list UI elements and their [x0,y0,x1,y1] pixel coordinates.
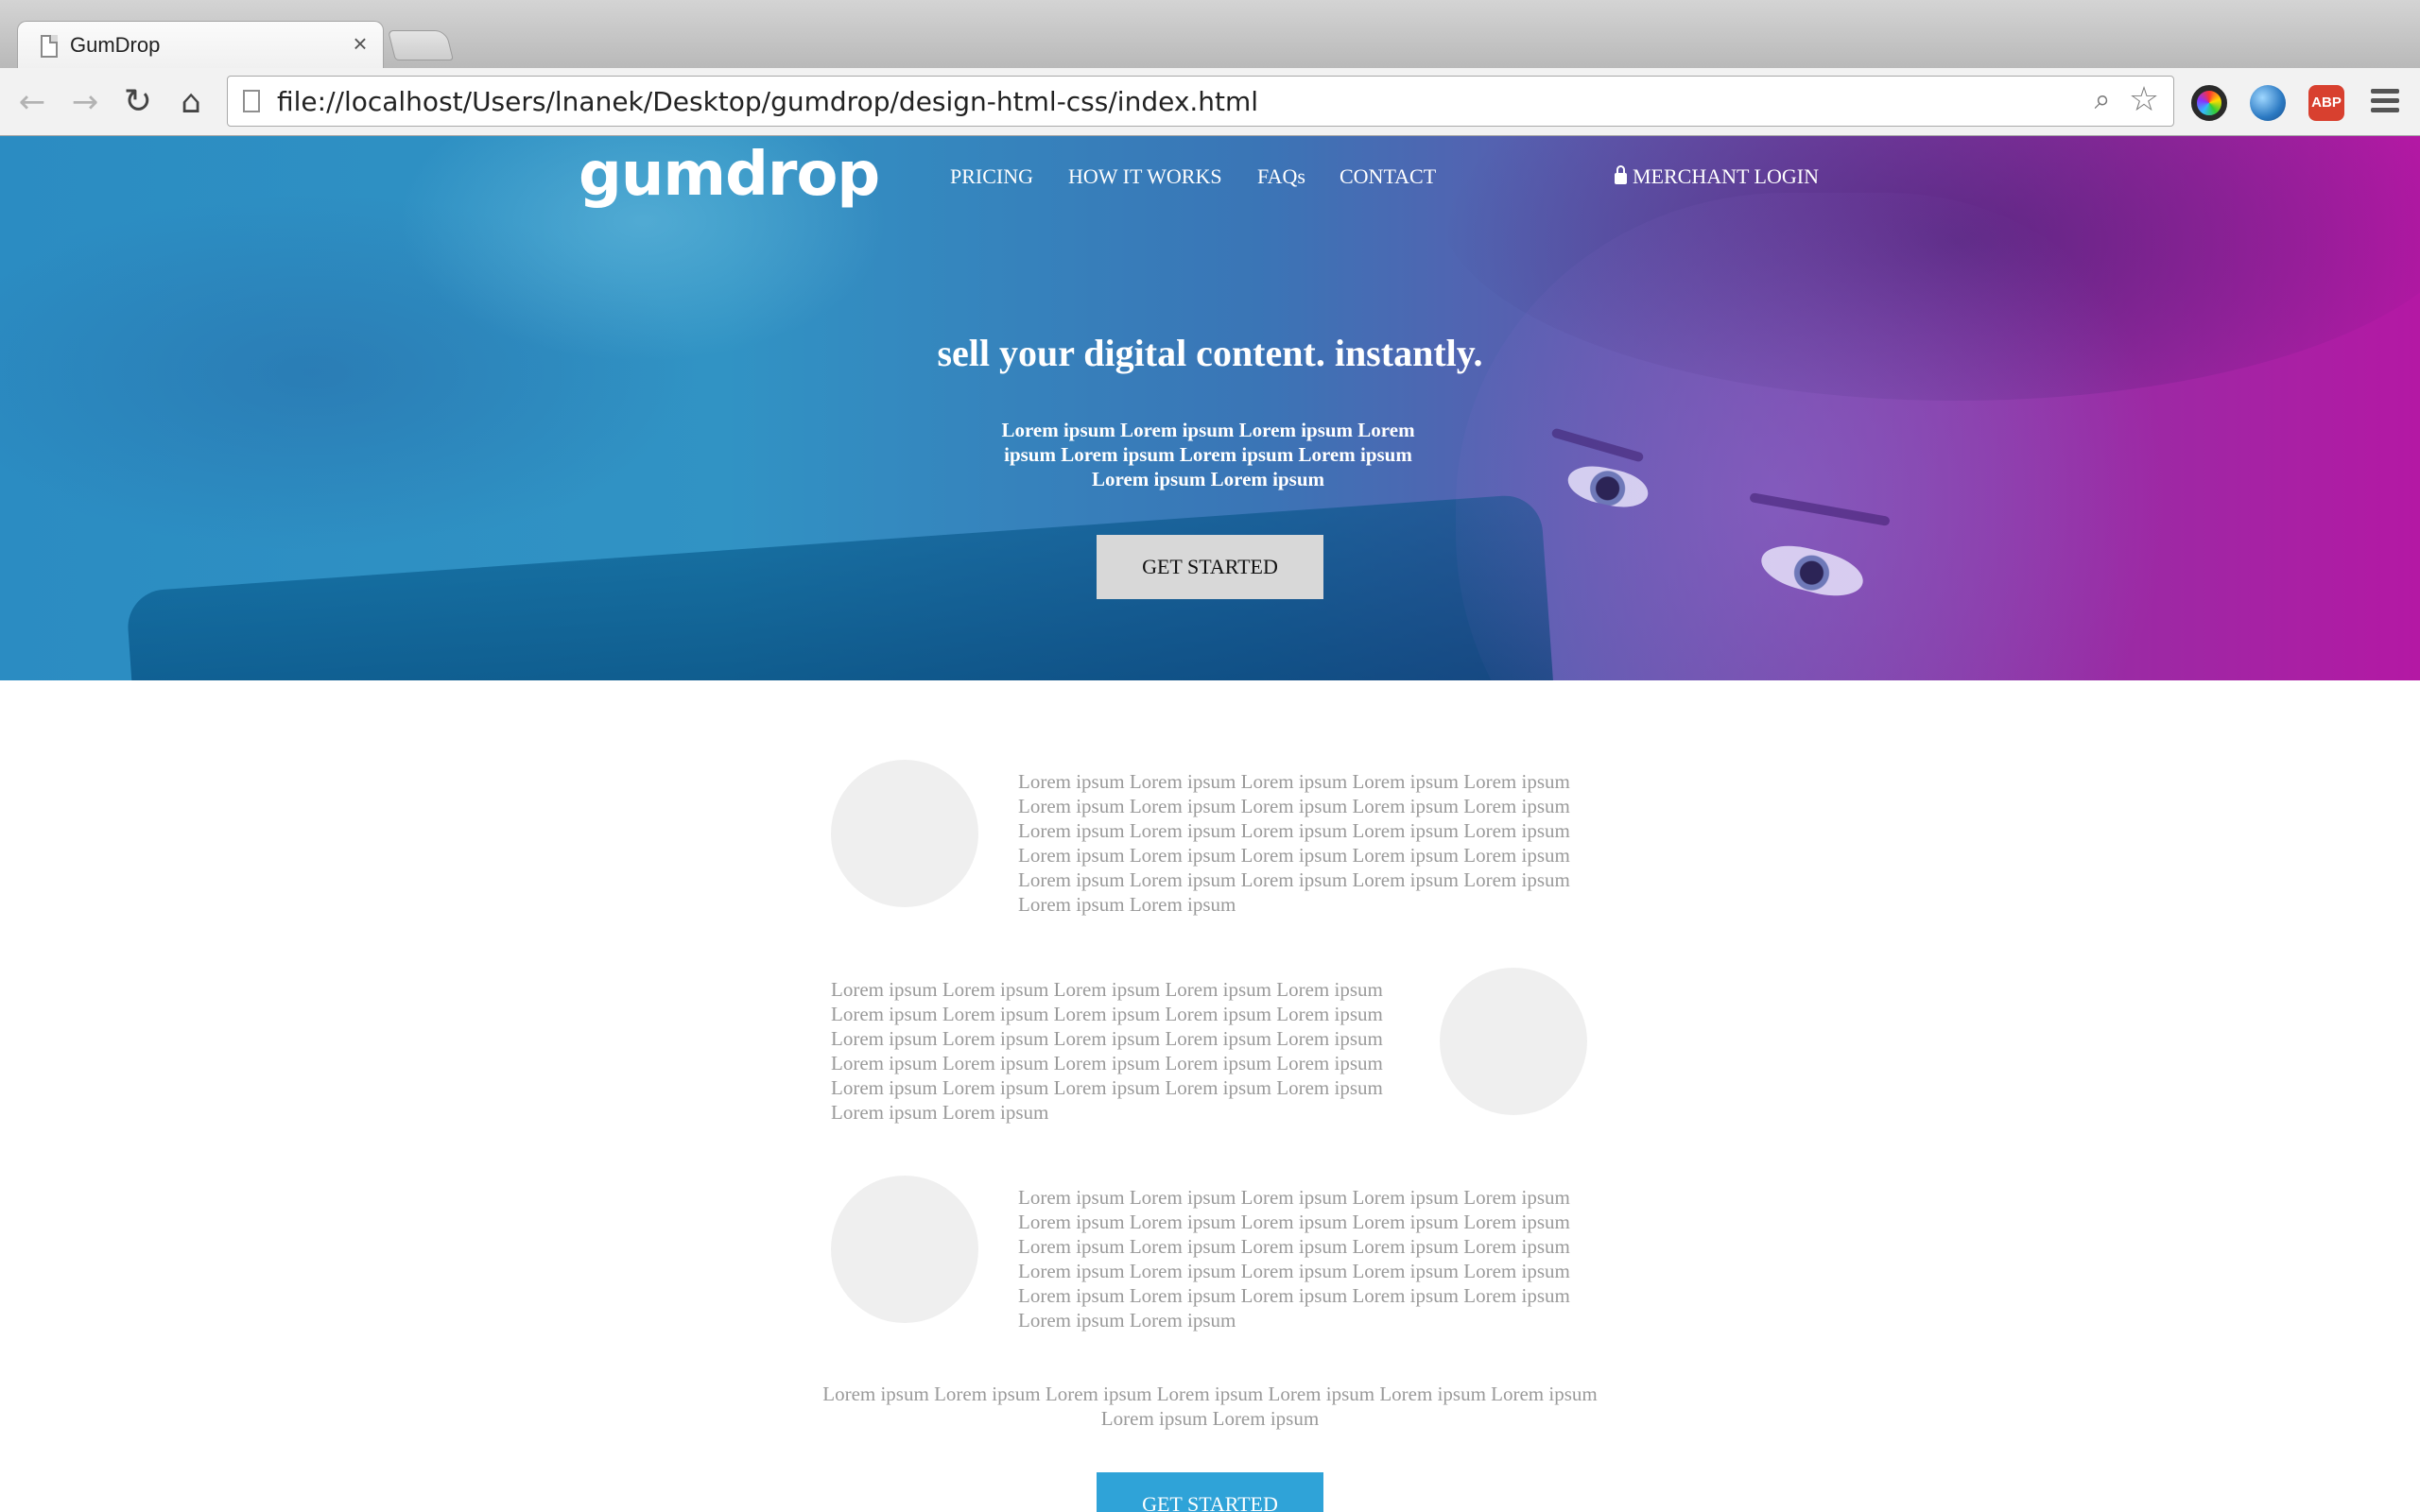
star-icon[interactable]: ☆ [2126,82,2162,118]
page-icon [243,90,260,112]
page-viewport: gumdrop PRICING HOW IT WORKS FAQs CONTAC… [0,136,2420,1512]
reload-icon[interactable]: ↻ [119,83,157,121]
forward-icon[interactable]: → [66,83,104,121]
tab-gumdrop[interactable]: GumDrop × [17,21,384,70]
nav-pricing[interactable]: PRICING [950,164,1033,189]
gumdrop-logo[interactable]: gumdrop [579,142,880,208]
page-icon [41,35,58,58]
hero-title: sell your digital content. instantly. [937,332,1483,374]
feature-text-3: Lorem ipsum Lorem ipsum Lorem ipsum Lore… [1018,1186,1570,1332]
close-icon[interactable]: × [349,29,372,58]
hero-body: Lorem ipsum Lorem ipsum Lorem ipsum Lore… [1001,419,1415,490]
get-started-bottom-button[interactable]: GET STARTED [1097,1472,1323,1512]
nav-faqs[interactable]: FAQs [1257,164,1305,189]
get-started-button[interactable]: GET STARTED [1097,535,1323,599]
tab-title: GumDrop [70,33,161,57]
back-icon[interactable]: ← [13,83,51,121]
merchant-login-label: MERCHANT LOGIN [1633,164,1819,188]
lock-icon [1615,165,1627,184]
hero-banner: gumdrop PRICING HOW IT WORKS FAQs CONTAC… [0,136,2420,680]
feature-text-1: Lorem ipsum Lorem ipsum Lorem ipsum Lore… [1018,770,1570,916]
nav-contact[interactable]: CONTACT [1340,164,1436,189]
feature-image-2 [1440,968,1587,1115]
adblock-plus-icon[interactable]: ABP [2308,85,2344,121]
address-bar[interactable]: file://localhost/Users/lnanek/Desktop/gu… [227,76,2174,127]
url-text[interactable]: file://localhost/Users/lnanek/Desktop/gu… [277,86,1258,117]
feature-text-2: Lorem ipsum Lorem ipsum Lorem ipsum Lore… [831,978,1383,1124]
home-icon[interactable]: ⌂ [172,83,210,121]
color-picker-icon[interactable] [2191,85,2227,121]
closing-text: Lorem ipsum Lorem ipsum Lorem ipsum Lore… [822,1383,1598,1430]
magnifier-icon[interactable]: ⌕ [2086,84,2118,116]
merchant-login-link[interactable]: MERCHANT LOGIN [1615,164,1819,189]
new-tab-button[interactable] [388,30,454,60]
hamburger-menu-icon[interactable] [2371,89,2399,117]
feature-image-3 [831,1176,978,1323]
browser-toolbar: ← → ↻ ⌂ file://localhost/Users/lnanek/De… [0,68,2420,136]
feature-image-1 [831,760,978,907]
nav-how-it-works[interactable]: HOW IT WORKS [1068,164,1222,189]
globe-icon[interactable] [2250,85,2286,121]
tab-strip: GumDrop × [0,0,2420,70]
